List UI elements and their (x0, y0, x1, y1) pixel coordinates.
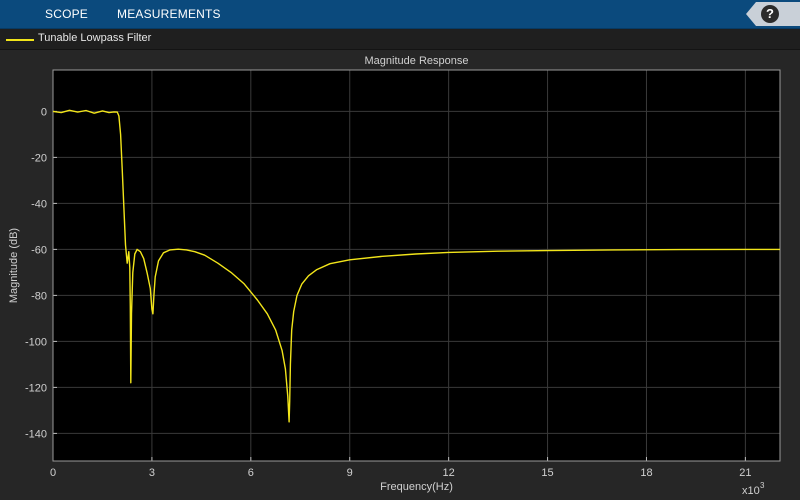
legend-bar: Tunable Lowpass Filter (0, 29, 800, 50)
tab-measurements[interactable]: MEASUREMENTS (117, 0, 221, 28)
x-tick-label: 21 (739, 467, 751, 479)
toolstrip: SCOPE MEASUREMENTS ? (0, 0, 800, 29)
y-tick-label: -140 (25, 428, 47, 440)
x-axis-exponent-power: 3 (760, 481, 765, 490)
help-area: ? (746, 2, 800, 26)
chart-title: Magnitude Response (365, 55, 469, 67)
legend-label[interactable]: Tunable Lowpass Filter (38, 32, 151, 44)
x-axis-label: Frequency(Hz) (380, 481, 453, 493)
y-tick-label: -40 (31, 198, 47, 210)
y-tick-label: -120 (25, 382, 47, 394)
y-axis-label: Magnitude (dB) (8, 228, 20, 303)
tab-scope[interactable]: SCOPE (45, 0, 88, 28)
x-tick-label: 0 (50, 467, 56, 479)
x-tick-label: 6 (248, 467, 254, 479)
y-tick-label: -60 (31, 244, 47, 256)
x-tick-label: 9 (347, 467, 353, 479)
plot-area: 0 3 6 9 12 15 18 21 0 -20 -40 -60 -80 -100 -120 -140 Mag… (0, 50, 800, 500)
axes-background (53, 70, 780, 461)
magnitude-response-chart[interactable]: 0 3 6 9 12 15 18 21 0 -20 -40 -60 -80 -100 -120 -140 Mag… (0, 50, 800, 500)
x-tick-label: 12 (443, 467, 455, 479)
y-tick-label: 0 (41, 106, 47, 118)
y-tick-label: -100 (25, 336, 47, 348)
help-icon[interactable]: ? (761, 5, 779, 23)
y-tick-label: -80 (31, 290, 47, 302)
x-axis-exponent-base: x10 (742, 485, 760, 497)
legend-line-swatch (6, 39, 34, 41)
x-tick-label: 15 (541, 467, 553, 479)
x-tick-label: 3 (149, 467, 155, 479)
y-tick-label: -20 (31, 152, 47, 164)
x-tick-label: 18 (640, 467, 652, 479)
